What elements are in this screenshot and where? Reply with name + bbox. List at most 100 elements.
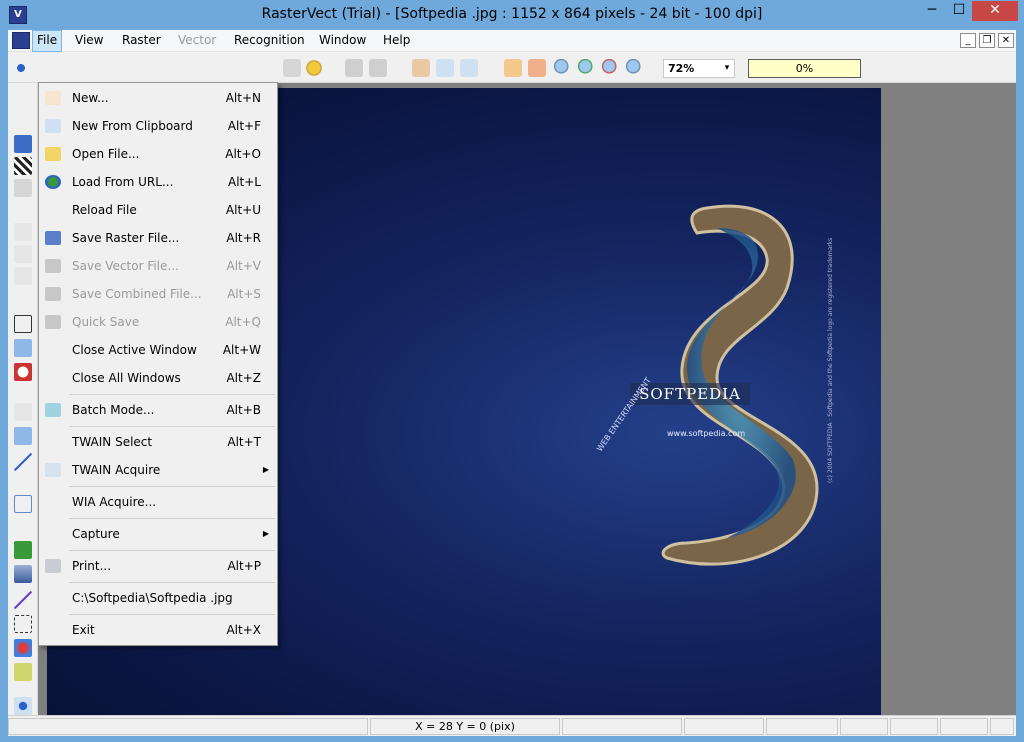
clipboard-icon: [45, 119, 61, 133]
mdi-close-button[interactable]: ✕: [998, 33, 1014, 48]
menu-item-reload-file[interactable]: Reload File Alt+U: [41, 197, 275, 223]
menu-window[interactable]: Window: [315, 30, 370, 52]
menu-item-save-raster[interactable]: Save Raster File... Alt+R: [41, 225, 275, 251]
thin-icon[interactable]: [369, 59, 387, 77]
gear-icon[interactable]: [305, 59, 323, 77]
brush-tool-icon[interactable]: [14, 591, 32, 609]
resize-grip[interactable]: [990, 718, 1014, 735]
layers-icon[interactable]: [14, 663, 32, 681]
smooth-icon[interactable]: [345, 59, 363, 77]
menu-item-recent-file[interactable]: C:\Softpedia\Softpedia .jpg: [41, 585, 275, 611]
menu-item-twain-select[interactable]: TWAIN Select Alt+T: [41, 429, 275, 455]
menu-item-save-combined[interactable]: Save Combined File... Alt+S: [41, 281, 275, 307]
zoom-out-icon[interactable]: [602, 59, 620, 77]
zoom-actual-icon[interactable]: [626, 59, 644, 77]
save-icon: [45, 259, 61, 273]
menu-item-quick-save[interactable]: Quick Save Alt+Q: [41, 309, 275, 335]
fill-tool-icon[interactable]: [14, 541, 32, 559]
menu-item-shortcut: Alt+Q: [225, 315, 261, 329]
color-picker-icon[interactable]: [14, 639, 32, 657]
menu-item-new[interactable]: New... Alt+N: [41, 85, 275, 111]
menu-item-label: New From Clipboard: [72, 119, 193, 133]
line-tool-icon[interactable]: [14, 223, 32, 241]
menu-item-load-from-url[interactable]: Load From URL... Alt+L: [41, 169, 275, 195]
zoom-in-icon[interactable]: [554, 59, 572, 77]
window-tool-icon[interactable]: [14, 339, 32, 357]
compass-icon[interactable]: [14, 697, 32, 715]
menu-separator: [69, 426, 275, 427]
minimize-button[interactable]: ─: [918, 1, 946, 21]
rectangle-tool-icon[interactable]: [14, 315, 32, 333]
menu-vector[interactable]: Vector: [174, 30, 220, 52]
folder-icon: [45, 147, 61, 161]
printer-icon: [45, 559, 61, 573]
menu-item-open-file[interactable]: Open File... Alt+O: [41, 141, 275, 167]
submenu-arrow-icon: ▶: [262, 465, 269, 474]
maximize-button[interactable]: ☐: [946, 1, 972, 21]
mdi-minimize-button[interactable]: _: [960, 33, 976, 48]
erase-area-icon[interactable]: [436, 59, 454, 77]
frame-tool-icon[interactable]: [14, 495, 32, 513]
menu-item-batch-mode[interactable]: Batch Mode... Alt+B: [41, 397, 275, 423]
gradient-tool-icon[interactable]: [14, 565, 32, 583]
curve-tool-icon[interactable]: [14, 267, 32, 285]
no-entry-icon[interactable]: [14, 363, 32, 381]
menu-item-label: Save Raster File...: [72, 231, 180, 245]
menu-item-capture[interactable]: Capture ▶: [41, 521, 275, 547]
zoom-fit-icon[interactable]: [578, 59, 596, 77]
erase-all-icon[interactable]: [460, 59, 478, 77]
hand-select-icon[interactable]: [528, 59, 546, 77]
lasso-tool-icon[interactable]: [14, 403, 32, 421]
magic-wand-icon[interactable]: [12, 59, 30, 77]
menu-item-exit[interactable]: Exit Alt+X: [41, 617, 275, 643]
menu-raster[interactable]: Raster: [118, 30, 165, 52]
erase-icon[interactable]: [412, 59, 430, 77]
menu-separator: [69, 518, 275, 519]
menu-item-label: Close Active Window: [72, 343, 197, 357]
menu-item-wia-acquire[interactable]: WIA Acquire...: [41, 489, 275, 515]
pen-tool-icon[interactable]: [14, 453, 32, 471]
new-document-icon: [45, 91, 61, 105]
clean-icon[interactable]: [283, 59, 301, 77]
menu-separator: [69, 582, 275, 583]
title-bar[interactable]: V RasterVect (Trial) - [Softpedia .jpg :…: [0, 0, 1024, 30]
menu-item-shortcut: Alt+O: [225, 147, 261, 161]
menu-item-label: New...: [72, 91, 109, 105]
menu-help[interactable]: Help: [379, 30, 414, 52]
menu-separator: [69, 394, 275, 395]
menu-item-save-vector[interactable]: Save Vector File... Alt+V: [41, 253, 275, 279]
document-icon[interactable]: [12, 32, 30, 49]
layer-tool-icon[interactable]: [14, 427, 32, 445]
select-tool-icon[interactable]: [14, 135, 32, 153]
close-button[interactable]: ✕: [972, 1, 1018, 21]
menu-item-shortcut: Alt+B: [226, 403, 261, 417]
chevron-down-icon[interactable]: ▾: [720, 60, 734, 77]
menu-item-label: C:\Softpedia\Softpedia .jpg: [72, 591, 233, 605]
menu-item-close-active-window[interactable]: Close Active Window Alt+W: [41, 337, 275, 363]
save-icon: [45, 287, 61, 301]
mdi-restore-button[interactable]: ❐: [979, 33, 995, 48]
zoom-select[interactable]: 72% ▾: [663, 59, 735, 78]
status-coordinates: X = 28 Y = 0 (pix): [370, 718, 560, 735]
menu-item-new-from-clipboard[interactable]: New From Clipboard Alt+F: [41, 113, 275, 139]
ellipse-select-icon[interactable]: [14, 615, 32, 633]
menu-item-shortcut: Alt+Z: [226, 371, 261, 385]
menu-item-shortcut: Alt+T: [227, 435, 261, 449]
menu-item-shortcut: Alt+U: [225, 203, 261, 217]
pin-tool-icon[interactable]: [14, 179, 32, 197]
menu-recognition[interactable]: Recognition: [230, 30, 309, 52]
menu-view[interactable]: View: [71, 30, 107, 52]
status-cell: [940, 718, 988, 735]
menu-item-shortcut: Alt+W: [222, 343, 261, 357]
menu-file[interactable]: File: [32, 30, 63, 52]
status-cell: [890, 718, 938, 735]
hand-icon[interactable]: [504, 59, 522, 77]
menu-item-label: Batch Mode...: [72, 403, 155, 417]
menu-item-label: Close All Windows: [72, 371, 181, 385]
toolbar: 72% ▾ 0%: [8, 53, 1016, 83]
menu-item-twain-acquire[interactable]: TWAIN Acquire ▶: [41, 457, 275, 483]
checker-tool-icon[interactable]: [14, 157, 32, 175]
menu-item-print[interactable]: Print... Alt+P: [41, 553, 275, 579]
menu-item-close-all-windows[interactable]: Close All Windows Alt+Z: [41, 365, 275, 391]
polyline-tool-icon[interactable]: [14, 245, 32, 263]
